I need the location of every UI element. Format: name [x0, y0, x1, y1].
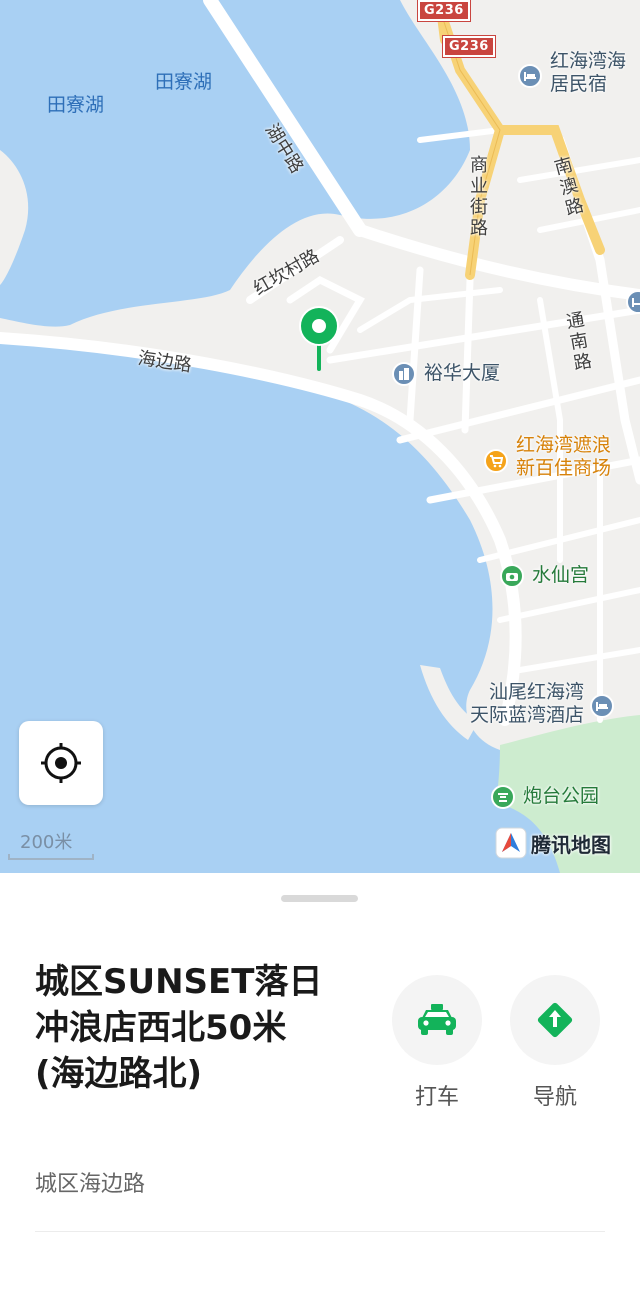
- road-label-shangyejie: 商业街路: [470, 155, 488, 239]
- taxi-label: 打车: [414, 1085, 459, 1110]
- scale-label: 200米: [20, 832, 73, 853]
- map-scale: 200米: [8, 826, 94, 860]
- poi-label-park[interactable]: 炮台公园: [523, 785, 599, 808]
- highway-shield-g236-top: G236: [417, 0, 471, 22]
- highway-shield-g236: G236: [442, 35, 496, 58]
- navigation-arrow-icon: [537, 1002, 573, 1038]
- taxi-button-circle[interactable]: [392, 975, 482, 1065]
- taxi-icon: [418, 1004, 456, 1035]
- poi-label-temple[interactable]: 水仙宫: [532, 564, 589, 587]
- place-detail-sheet: 城区SUNSET落日冲浪店西北50米(海边路北) 打车 导航 城区海边路: [0, 873, 640, 1293]
- hotel-bed-icon[interactable]: [590, 694, 614, 718]
- navigate-label: 导航: [532, 1085, 577, 1110]
- divider: [35, 1231, 605, 1232]
- sheet-drag-handle[interactable]: [281, 895, 358, 902]
- place-title: 城区SUNSET落日冲浪店西北50米(海边路北): [35, 962, 323, 1094]
- poi-label-mall[interactable]: 红海湾遮浪 新百佳商场: [516, 434, 611, 480]
- lake-label-1: 田寮湖: [155, 71, 213, 93]
- camera-icon[interactable]: [500, 564, 524, 588]
- brand-label: 腾讯地图: [531, 832, 611, 857]
- location-pin-icon: [299, 306, 339, 371]
- poi-label-building[interactable]: 裕华大厦: [424, 362, 500, 385]
- hostel-icon[interactable]: [518, 64, 542, 88]
- shopping-cart-icon[interactable]: [484, 449, 508, 473]
- poi-label-hotel[interactable]: 汕尾红海湾 天际蓝湾酒店: [448, 681, 584, 727]
- scale-bar: [8, 854, 94, 860]
- park-icon[interactable]: [491, 785, 515, 809]
- my-location-button[interactable]: [19, 721, 103, 805]
- taxi-button[interactable]: 打车: [392, 975, 482, 1111]
- tencent-map-logo-icon: [495, 827, 527, 859]
- lake-label-2: 田寮湖: [47, 94, 105, 116]
- map-brand: 腾讯地图: [495, 826, 611, 860]
- place-address: 城区海边路: [35, 1172, 146, 1197]
- navigate-button[interactable]: 导航: [510, 975, 600, 1111]
- building-icon[interactable]: [392, 362, 416, 386]
- poi-label-hostel[interactable]: 红海湾海 居民宿: [550, 50, 626, 96]
- crosshair-icon: [41, 743, 81, 783]
- navigate-button-circle[interactable]: [510, 975, 600, 1065]
- map-view[interactable]: 田寮湖 田寮湖 湖中路 红坎村路 海边路 商业街路 南澳路 通南路 G236 G…: [0, 0, 640, 873]
